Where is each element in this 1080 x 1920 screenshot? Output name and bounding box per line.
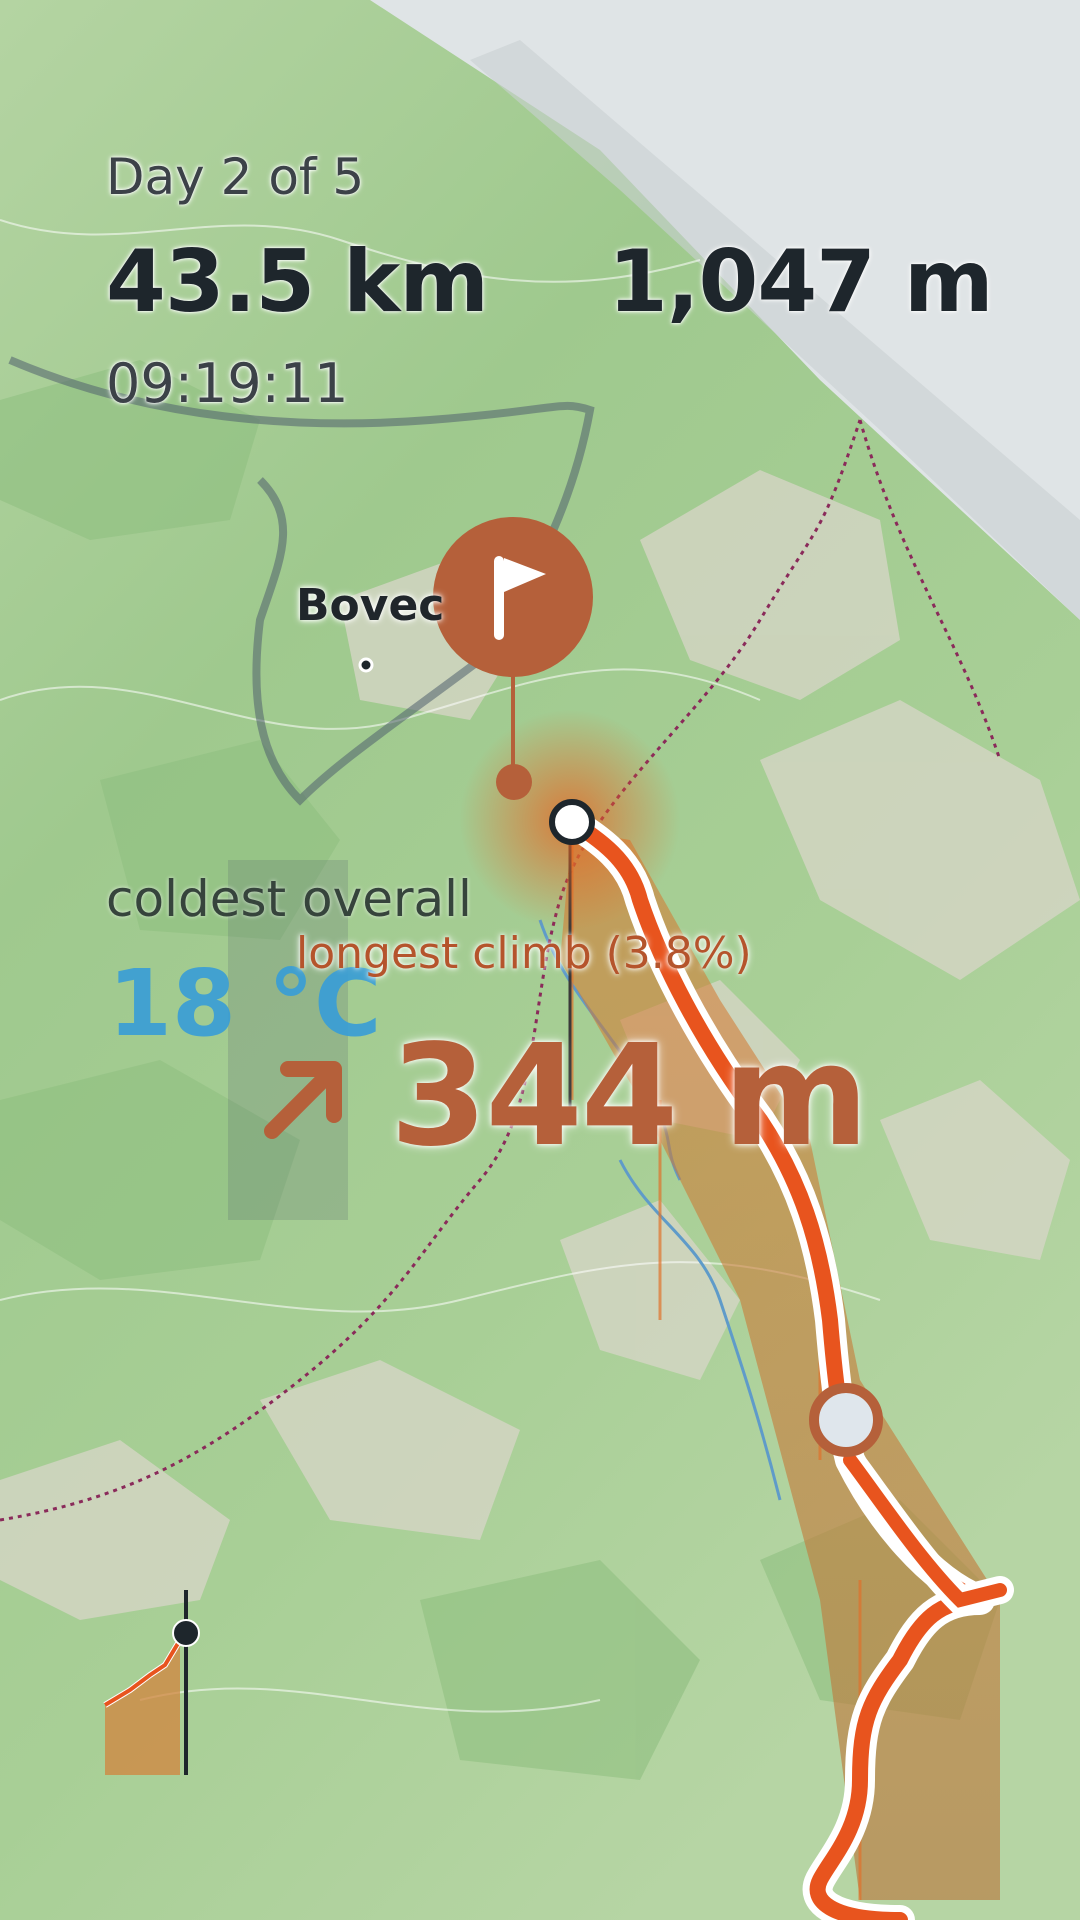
climb-start-point[interactable]: [549, 799, 595, 845]
current-position-marker[interactable]: [809, 1383, 883, 1457]
longest-climb-value: 344 m: [390, 1015, 869, 1178]
longest-climb-label: longest climb (3.8%): [296, 928, 752, 979]
longest-climb-row: 344 m: [258, 1015, 869, 1178]
coldest-temperature-label: coldest overall: [106, 870, 472, 928]
mini-elevation-profile[interactable]: [100, 1585, 220, 1780]
elevation-gain-value: 1,047 m: [608, 232, 994, 332]
town-label: Bovec: [296, 580, 445, 631]
distance-value: 43.5 km: [106, 232, 489, 332]
duration-value: 09:19:11: [106, 352, 349, 415]
town-dot: [358, 657, 374, 673]
summit-anchor-dot: [496, 764, 532, 800]
arrow-up-right-icon: [264, 1060, 342, 1139]
summit-flag-marker[interactable]: [432, 516, 594, 776]
day-progress-label: Day 2 of 5: [106, 148, 365, 206]
